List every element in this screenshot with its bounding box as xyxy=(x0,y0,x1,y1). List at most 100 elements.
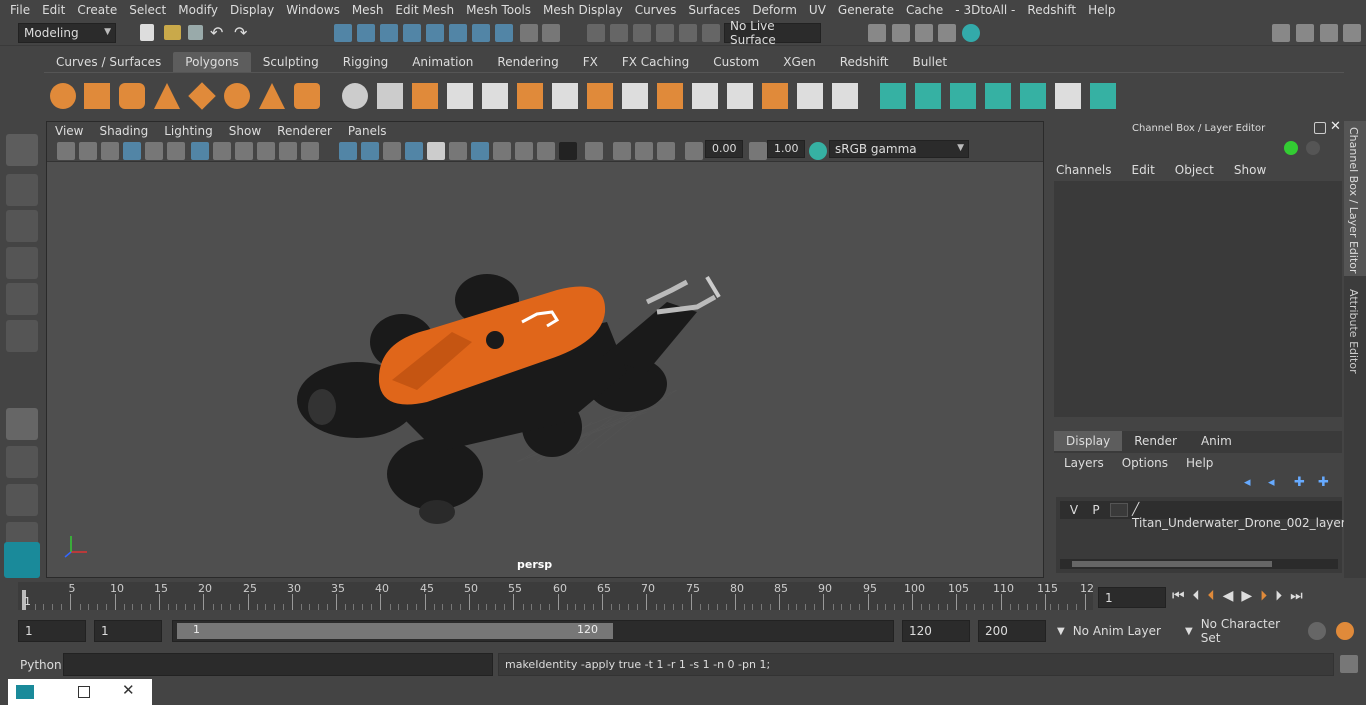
shelf-tab-curves-surfaces[interactable]: Curves / Surfaces xyxy=(44,52,173,72)
float-panel-icon[interactable] xyxy=(1314,122,1326,134)
menu-item-cache[interactable]: Cache xyxy=(900,3,949,17)
select-highlight-icon[interactable] xyxy=(542,24,560,42)
current-frame-field[interactable]: 1 xyxy=(1098,587,1166,608)
camera-attributes-icon[interactable] xyxy=(79,142,97,160)
menu-item-create[interactable]: Create xyxy=(71,3,123,17)
paint-select-icon[interactable] xyxy=(6,210,38,242)
film-gate-icon[interactable] xyxy=(213,142,231,160)
poly-cylinder-icon[interactable] xyxy=(119,83,145,109)
step-back-key-icon[interactable]: ⏴ xyxy=(1208,588,1215,604)
merge-icon[interactable] xyxy=(832,83,858,109)
menu-item-generate[interactable]: Generate xyxy=(832,3,900,17)
viewport-menu-show[interactable]: Show xyxy=(221,124,269,138)
bridge-icon[interactable] xyxy=(587,83,613,109)
gamma-field[interactable]: 1.00 xyxy=(767,140,805,158)
uv-cylindrical-icon[interactable] xyxy=(915,83,941,109)
bookmark-icon[interactable] xyxy=(101,142,119,160)
menu-item-deform[interactable]: Deform xyxy=(746,3,803,17)
poly-pyramid-icon[interactable] xyxy=(259,83,285,109)
xray-active-icon[interactable] xyxy=(635,142,653,160)
render-frame-icon[interactable] xyxy=(892,24,910,42)
poly-cube-icon[interactable] xyxy=(84,83,110,109)
uv-checker-icon[interactable] xyxy=(1055,83,1081,109)
separate-icon[interactable] xyxy=(377,83,403,109)
exposure-icon[interactable] xyxy=(685,142,703,160)
menu-item-3dtoall[interactable]: - 3DtoAll - xyxy=(949,3,1021,17)
viewport-menu-panels[interactable]: Panels xyxy=(340,124,395,138)
viewport-menu-shading[interactable]: Shading xyxy=(91,124,156,138)
viewport-menu-lighting[interactable]: Lighting xyxy=(156,124,221,138)
poly-torus-icon[interactable] xyxy=(224,83,250,109)
multi-cut-icon[interactable] xyxy=(552,83,578,109)
playback-end-field[interactable]: 120 xyxy=(902,620,970,642)
wireframe-on-shaded-icon[interactable] xyxy=(383,142,401,160)
viewport-menu-renderer[interactable]: Renderer xyxy=(269,124,340,138)
menu-item-uv[interactable]: UV xyxy=(803,3,832,17)
speed-icon[interactable] xyxy=(1306,141,1320,155)
close-icon[interactable]: ✕ xyxy=(122,681,135,699)
field-chart-icon[interactable] xyxy=(279,142,297,160)
go-to-start-icon[interactable]: ⏮ xyxy=(1172,588,1185,604)
shelf-tab-fx-caching[interactable]: FX Caching xyxy=(610,52,701,72)
grid-icon[interactable] xyxy=(191,142,209,160)
menu-item-edit[interactable]: Edit xyxy=(36,3,71,17)
menu-item-mesh-display[interactable]: Mesh Display xyxy=(537,3,629,17)
attribute-editor-icon[interactable] xyxy=(1320,24,1338,42)
ipr-render-icon[interactable] xyxy=(915,24,933,42)
menu-item-redshift[interactable]: Redshift xyxy=(1021,3,1082,17)
layer-visibility-toggle[interactable]: V xyxy=(1066,503,1082,519)
shelf-tab-xgen[interactable]: XGen xyxy=(771,52,828,72)
hypershade-icon[interactable] xyxy=(962,24,980,42)
scale-tool-icon[interactable] xyxy=(6,320,38,352)
uv-spherical-icon[interactable] xyxy=(950,83,976,109)
new-scene-icon[interactable] xyxy=(140,24,154,41)
step-back-icon[interactable]: ⏴ xyxy=(1193,588,1200,604)
command-input[interactable] xyxy=(63,653,493,676)
range-slider[interactable]: 1 120 xyxy=(172,620,894,642)
poly-sphere-icon[interactable] xyxy=(50,83,76,109)
history-icon[interactable] xyxy=(702,24,720,42)
snap-curve-icon[interactable] xyxy=(610,24,628,42)
channel-box-menu-object[interactable]: Object xyxy=(1175,163,1214,177)
menu-item-select[interactable]: Select xyxy=(123,3,172,17)
channel-box-menu-show[interactable]: Show xyxy=(1234,163,1266,177)
move-layer-down-icon[interactable]: ◂ xyxy=(1268,475,1282,490)
drone-model[interactable] xyxy=(47,162,1043,577)
modeling-toolkit-icon[interactable] xyxy=(1296,24,1314,42)
lock-icon[interactable] xyxy=(520,24,538,42)
lasso-tool-icon[interactable] xyxy=(6,174,38,206)
menu-item-windows[interactable]: Windows xyxy=(280,3,346,17)
layer-tab-render[interactable]: Render xyxy=(1122,431,1189,451)
connect-icon[interactable] xyxy=(797,83,823,109)
safe-action-icon[interactable] xyxy=(301,142,319,160)
select-face-icon[interactable] xyxy=(449,24,467,42)
anim-layer-dropdown[interactable]: ▼ No Anim Layer xyxy=(1052,620,1174,642)
play-backward-icon[interactable]: ◀ xyxy=(1223,588,1234,604)
exposure-field[interactable]: 0.00 xyxy=(705,140,743,158)
shelf-tab-rendering[interactable]: Rendering xyxy=(485,52,570,72)
layer-color-swatch[interactable] xyxy=(1110,503,1128,517)
poly-pipe-icon[interactable] xyxy=(294,83,320,109)
step-forward-key-icon[interactable]: ⏵ xyxy=(1260,588,1267,604)
select-uv-icon[interactable] xyxy=(472,24,490,42)
gamma-icon[interactable] xyxy=(749,142,767,160)
isolate-select-icon[interactable] xyxy=(585,142,603,160)
workspace-icon[interactable] xyxy=(1272,24,1290,42)
combine-icon[interactable] xyxy=(342,83,368,109)
shelf-tab-polygons[interactable]: Polygons xyxy=(173,52,251,72)
character-set-dropdown[interactable]: ▼ No Character Set xyxy=(1180,617,1302,645)
fill-hole-icon[interactable] xyxy=(657,83,683,109)
render-view-icon[interactable] xyxy=(868,24,886,42)
uv-editor-icon[interactable] xyxy=(1090,83,1116,109)
shelf-tab-animation[interactable]: Animation xyxy=(400,52,485,72)
maximize-icon[interactable] xyxy=(78,686,90,698)
shelf-tab-sculpting[interactable]: Sculpting xyxy=(251,52,331,72)
menu-item-edit-mesh[interactable]: Edit Mesh xyxy=(389,3,460,17)
ambient-occlusion-icon[interactable] xyxy=(493,142,511,160)
end-time-field[interactable]: 200 xyxy=(978,620,1046,642)
four-layout-icon[interactable] xyxy=(6,446,38,478)
uv-planar-icon[interactable] xyxy=(880,83,906,109)
shelf-tab-custom[interactable]: Custom xyxy=(701,52,771,72)
layer-tab-display[interactable]: Display xyxy=(1054,431,1123,451)
playback-start-field[interactable]: 1 xyxy=(94,620,162,642)
